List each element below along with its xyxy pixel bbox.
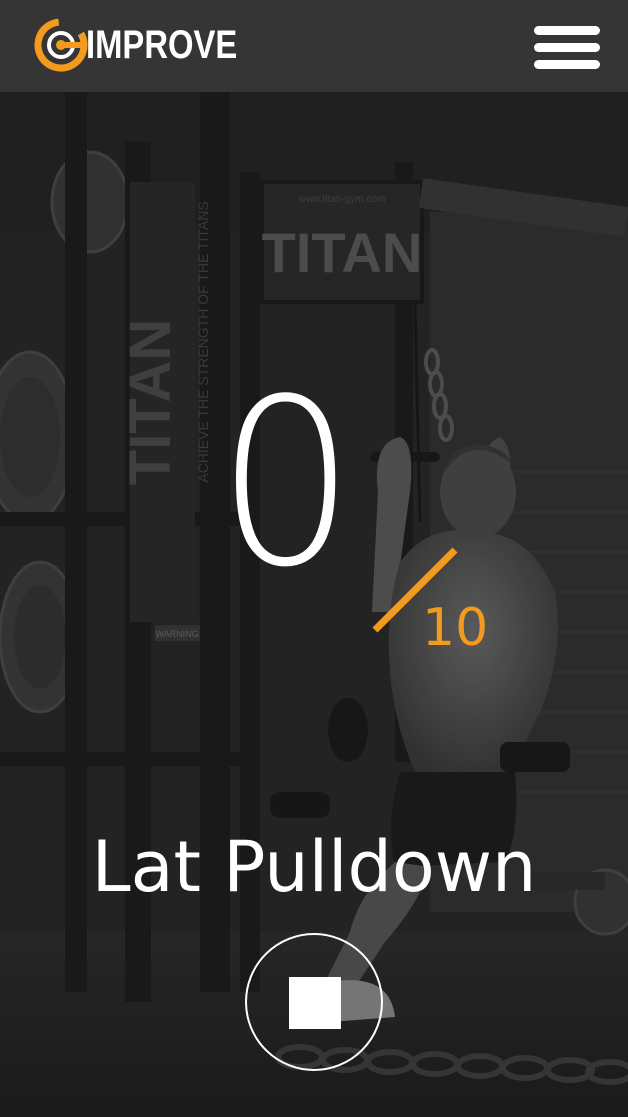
- app-screen: TITAN ACHIEVE THE STRENGTH OF THE TITANS…: [0, 0, 628, 1117]
- hamburger-menu-icon[interactable]: [534, 26, 600, 70]
- brand-logo[interactable]: IMPROVE: [34, 18, 270, 72]
- exercise-name: Lat Pulldown: [91, 826, 537, 908]
- target-rep-count: 10: [422, 598, 489, 658]
- top-header: IMPROVE: [0, 0, 628, 92]
- stop-icon: [289, 977, 341, 1029]
- stop-button[interactable]: [245, 933, 383, 1071]
- logo-mark-icon: [34, 18, 88, 72]
- logo-text: IMPROVE: [86, 23, 238, 67]
- current-rep-count: 0: [216, 351, 356, 618]
